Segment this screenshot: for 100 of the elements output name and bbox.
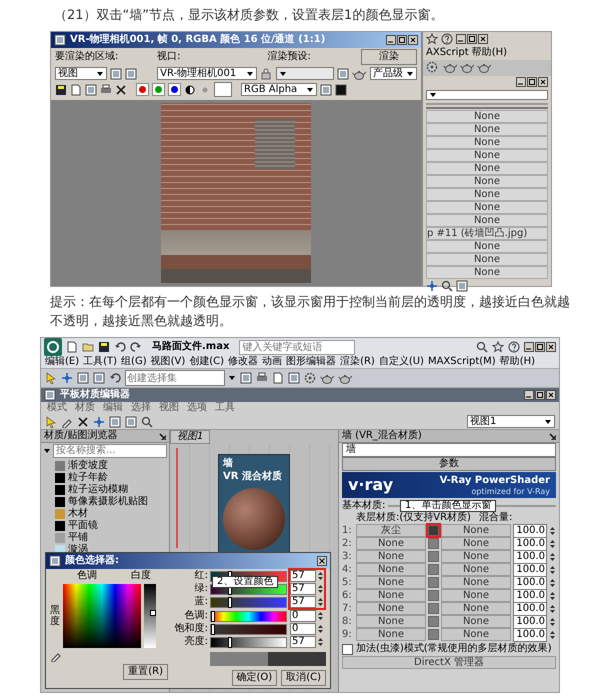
save-icon[interactable] [55, 84, 67, 96]
window-controls-icon[interactable] [524, 390, 556, 400]
spinner-icon[interactable] [549, 630, 556, 640]
star-icon[interactable] [492, 341, 504, 353]
cancel-button[interactable]: 取消(C) [281, 670, 326, 686]
coat-material-button[interactable]: None [356, 628, 426, 641]
view-dropdown[interactable]: 视图1 [467, 415, 555, 428]
slider-track[interactable] [210, 636, 287, 648]
save-icon[interactable] [98, 341, 110, 353]
delete-icon[interactable] [77, 416, 89, 428]
map-slot-button[interactable]: None [426, 175, 548, 188]
menu-item[interactable]: 创建(C) [189, 356, 224, 368]
preset-dropdown[interactable] [276, 67, 334, 80]
map-slot-button[interactable]: None [426, 201, 548, 214]
slider-thumb[interactable] [150, 610, 156, 616]
coat-material-button[interactable]: None [356, 589, 426, 602]
map-slot-button[interactable]: None [426, 123, 548, 136]
blend-map-button[interactable]: None [441, 550, 511, 563]
redo-icon[interactable] [130, 341, 142, 353]
menu-item[interactable]: 视图 [159, 402, 179, 414]
window-controls-icon[interactable] [516, 77, 548, 87]
viewport-dropdown[interactable]: VR-物理相机001 [157, 67, 258, 80]
hue-field[interactable] [63, 584, 141, 648]
spinner-icon[interactable] [549, 616, 556, 626]
blend-map-button[interactable]: None [441, 563, 511, 576]
menu-item[interactable]: 自定义(U) [378, 356, 424, 368]
dropdown-caret-icon[interactable] [544, 418, 552, 426]
undo-icon[interactable] [114, 341, 126, 353]
list-item[interactable]: 渐变坡度 [68, 460, 108, 472]
list-item[interactable]: 粒子运动模糊 [68, 484, 128, 496]
menu-item[interactable]: 动画 [262, 356, 282, 368]
menu-item[interactable]: 帮助(H) [472, 47, 508, 59]
menu-item[interactable]: 工具(T) [83, 356, 118, 368]
blend-map-button[interactable]: None [441, 537, 511, 550]
map-slot-button[interactable]: None [426, 266, 548, 279]
spinner-icon[interactable] [549, 526, 556, 536]
name-field[interactable]: 墙 [342, 443, 556, 457]
slider-thumb[interactable] [228, 636, 232, 648]
map-slot-button[interactable]: None [426, 110, 548, 123]
map-slot-button[interactable]: None [426, 253, 548, 266]
swatch-icon[interactable] [335, 84, 347, 96]
amount-field[interactable]: 100.0 [513, 602, 547, 616]
map-slot-button[interactable]: None [426, 149, 548, 162]
help-icon[interactable] [508, 341, 520, 353]
search-field[interactable]: 键入关键字或短语 [239, 340, 356, 354]
menu-item[interactable]: AXScript [426, 47, 469, 59]
teapot-icon[interactable] [338, 372, 352, 384]
list-item[interactable]: 每像素摄影机贴图 [68, 496, 148, 508]
slider-thumb[interactable] [211, 610, 215, 622]
star-icon[interactable] [426, 33, 438, 45]
checkbox[interactable] [342, 644, 353, 654]
menu-item[interactable]: 修改器 [228, 356, 258, 368]
menu-item[interactable]: 图形编辑器 [286, 356, 336, 368]
coat-material-button[interactable]: 灰尘 [356, 524, 426, 537]
directx-button[interactable]: DirectX 管理器 [342, 656, 556, 669]
teapot-icon[interactable] [477, 61, 491, 75]
coat-material-button[interactable]: None [356, 563, 426, 576]
menu-item[interactable]: 工具 [215, 402, 235, 414]
color-swatch[interactable] [428, 564, 439, 575]
color-swatch[interactable] [428, 538, 439, 549]
slider-track[interactable] [210, 610, 287, 622]
dropdown-caret-icon[interactable] [228, 374, 236, 382]
amount-field[interactable]: 100.0 [513, 628, 547, 642]
amount-field[interactable]: 100.0 [513, 550, 547, 564]
value-field[interactable]: 0 [290, 610, 316, 622]
teapot-icon[interactable] [320, 372, 334, 384]
rollout-header[interactable]: 参数 [342, 457, 556, 471]
amount-field[interactable]: 100.0 [513, 536, 547, 550]
slider-thumb[interactable] [228, 596, 232, 608]
render-button[interactable]: 渲染 [361, 49, 417, 65]
app-logo-icon[interactable] [44, 338, 62, 356]
search-icon[interactable] [141, 416, 153, 428]
blend-map-button[interactable]: None [441, 576, 511, 589]
value-field[interactable]: 57 [290, 583, 316, 595]
menu-item[interactable]: 帮助(H) [500, 356, 536, 368]
map-slot-button[interactable]: None [426, 162, 548, 175]
ok-button[interactable]: 确定(O) [232, 670, 278, 686]
clear-icon[interactable] [115, 84, 127, 96]
area-dropdown[interactable]: 视图 [55, 67, 107, 80]
color-swatch[interactable] [428, 590, 439, 601]
map-slot-button[interactable]: None [426, 240, 548, 253]
window-controls-icon[interactable] [456, 34, 488, 44]
search-field[interactable]: 按名称搜索... [53, 444, 167, 458]
menu-item[interactable]: 编辑 [103, 402, 123, 414]
new-file-icon[interactable] [66, 341, 78, 353]
menu-item[interactable]: 编辑(E) [45, 356, 80, 368]
coat-material-button[interactable]: None [356, 550, 426, 563]
spinner-icon[interactable] [549, 578, 556, 588]
color-swatch[interactable] [428, 577, 439, 588]
help-icon[interactable] [441, 33, 453, 45]
color-swatch[interactable] [428, 603, 439, 614]
print-icon[interactable] [100, 84, 112, 96]
menu-item[interactable]: MAXScript(M) [428, 356, 496, 368]
cursor-icon[interactable] [45, 416, 57, 428]
blend-map-button[interactable]: None [441, 628, 511, 641]
reset-button[interactable]: 重置(R) [123, 664, 168, 680]
whiteness-slider[interactable] [144, 584, 156, 648]
spinner-icon[interactable] [549, 590, 556, 600]
window-controls-icon[interactable] [386, 35, 418, 45]
dropdown-caret-icon[interactable] [96, 70, 104, 78]
